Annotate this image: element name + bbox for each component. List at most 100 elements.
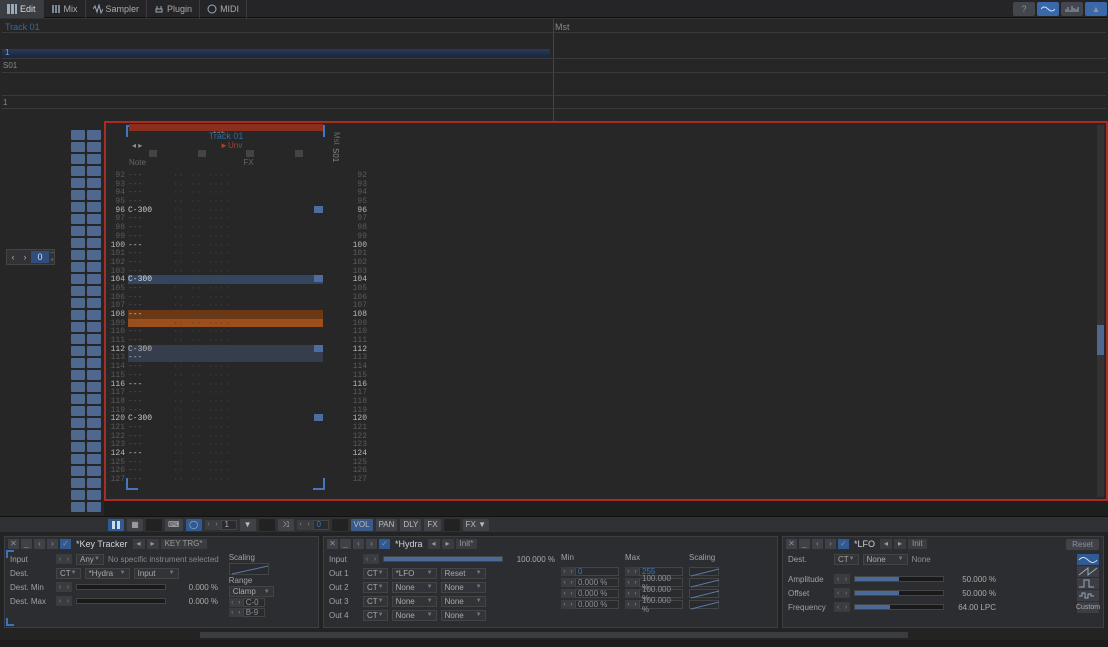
loop-button[interactable]: ◯ — [186, 519, 202, 531]
preset-prev[interactable]: ◂ — [428, 539, 440, 549]
arrow-left-icon[interactable]: ‹ — [812, 539, 823, 549]
out3-param[interactable]: None — [441, 596, 486, 607]
plus-icon[interactable]: + — [50, 257, 54, 264]
edit-step-value[interactable]: 0 — [31, 251, 49, 263]
preset-prev[interactable]: ◂ — [880, 539, 892, 549]
dest-device-dropdown[interactable]: *Hydra — [85, 568, 130, 579]
fx-dropdown[interactable]: FX ▼ — [463, 519, 489, 531]
input-spin[interactable]: ‹› — [56, 554, 72, 564]
min4-spin[interactable]: ‹›0.000 % — [561, 600, 619, 609]
single-track-button[interactable]: ▦ — [127, 519, 143, 531]
scale4[interactable] — [689, 600, 719, 609]
arrow-left-icon[interactable]: ‹ — [353, 539, 364, 549]
scale1[interactable] — [689, 567, 719, 576]
input-mode-dropdown[interactable]: Any — [76, 554, 104, 565]
dmax-spin[interactable]: ‹› — [56, 596, 72, 606]
close-icon[interactable]: ✕ — [8, 539, 19, 549]
dest-param-dropdown[interactable]: Input — [134, 568, 179, 579]
out2-dest[interactable]: None — [392, 582, 437, 593]
pattern-editor[interactable]: 192 Track 01 ◂ ▸ ►Unv NoteFX Mst S01 929… — [104, 121, 1108, 501]
tab-midi[interactable]: MIDI — [200, 0, 247, 18]
out1-ct[interactable]: CT — [363, 568, 388, 579]
tab-edit[interactable]: Edit — [0, 0, 44, 18]
min1-spin[interactable]: ‹›0 — [561, 567, 619, 576]
scaling-curve[interactable] — [229, 563, 269, 575]
dest-ct-dropdown[interactable]: CT — [56, 568, 81, 579]
max4-spin[interactable]: ‹›100.000 % — [625, 600, 683, 609]
edit-step-control[interactable]: ‹ › 0 − + — [6, 249, 55, 265]
wave-custom-button[interactable]: Custom — [1077, 602, 1099, 613]
enable-toggle[interactable]: ✓ — [60, 539, 71, 549]
shuffle-button[interactable]: ⤨ — [278, 519, 294, 531]
scale3[interactable] — [689, 589, 719, 598]
dmin-spin[interactable]: ‹› — [56, 582, 72, 592]
minimize-icon[interactable]: _ — [21, 539, 32, 549]
help-button[interactable]: ? — [1013, 2, 1035, 16]
freq-spin[interactable]: ‹› — [834, 602, 850, 612]
bottom-tabbar[interactable] — [0, 640, 1108, 647]
arrow-left-icon[interactable]: ‹ — [7, 250, 19, 264]
arrow-right-icon[interactable]: › — [366, 539, 377, 549]
dest-ct[interactable]: CT — [834, 554, 859, 565]
out4-ct[interactable]: CT — [363, 610, 388, 621]
freq-slider[interactable] — [854, 604, 944, 610]
reset-button[interactable]: Reset — [1066, 539, 1099, 550]
dly-button[interactable]: DLY — [400, 519, 421, 531]
vertical-scrollbar[interactable] — [1097, 125, 1104, 497]
preset-name[interactable]: Init — [908, 539, 927, 549]
input-spin[interactable]: ‹› — [363, 554, 379, 564]
enable-toggle[interactable]: ✓ — [379, 539, 390, 549]
wave-pulse-button[interactable] — [1077, 578, 1099, 589]
amp-slider[interactable] — [854, 576, 944, 582]
min3-spin[interactable]: ‹›0.000 % — [561, 589, 619, 598]
device-scroll[interactable] — [0, 632, 1108, 640]
min2-spin[interactable]: ‹›0.000 % — [561, 578, 619, 587]
range-lo-spin[interactable]: ‹›C-0 — [229, 598, 274, 607]
pattern-matrix[interactable] — [0, 121, 104, 516]
dest-device[interactable]: None — [863, 554, 908, 565]
dmin-slider[interactable] — [76, 584, 166, 590]
input-slider[interactable] — [383, 556, 503, 562]
preset-name[interactable]: Init* — [456, 539, 478, 549]
arrow-right-icon[interactable]: › — [19, 250, 31, 264]
tab-plugin[interactable]: Plugin — [147, 0, 200, 18]
arrow-left-icon[interactable]: ‹ — [34, 539, 45, 549]
wave-saw-button[interactable] — [1077, 566, 1099, 577]
preset-next[interactable]: ▸ — [894, 539, 906, 549]
arrow-right-icon[interactable]: › — [47, 539, 58, 549]
out2-ct[interactable]: CT — [363, 582, 388, 593]
preset-name[interactable]: KEY TRG* — [161, 539, 207, 549]
preset-next[interactable]: ▸ — [442, 539, 454, 549]
expand-button[interactable]: ▲ — [1085, 2, 1107, 16]
amp-spin[interactable]: ‹› — [834, 574, 850, 584]
step-spinner-1[interactable]: ‹›1 — [205, 520, 237, 530]
arrow-right-icon[interactable]: › — [825, 539, 836, 549]
enable-toggle[interactable]: ✓ — [838, 539, 849, 549]
out3-ct[interactable]: CT — [363, 596, 388, 607]
close-icon[interactable]: ✕ — [327, 539, 338, 549]
out4-dest[interactable]: None — [392, 610, 437, 621]
timeline-marker[interactable]: 1 — [2, 49, 550, 57]
keyboard-button[interactable]: ⌨ — [165, 519, 183, 531]
offset-spin[interactable]: ‹› — [834, 588, 850, 598]
wave-sine-button[interactable] — [1077, 554, 1099, 565]
offset-slider[interactable] — [854, 590, 944, 596]
preset-prev[interactable]: ◂ — [133, 539, 145, 549]
scale2[interactable] — [689, 578, 719, 587]
pattern-column[interactable]: ---·· ·· ····---·· ·· ····---·· ·· ····-… — [128, 171, 323, 484]
scope-spectrum-button[interactable] — [1061, 2, 1083, 16]
range-mode-dropdown[interactable]: Clamp — [229, 586, 274, 597]
out2-param[interactable]: None — [441, 582, 486, 593]
range-hi-spin[interactable]: ‹›B-9 — [229, 608, 274, 617]
preset-next[interactable]: ▸ — [147, 539, 159, 549]
minus-icon[interactable]: − — [50, 250, 54, 257]
tab-sampler[interactable]: Sampler — [86, 0, 148, 18]
scope-wave-button[interactable] — [1037, 2, 1059, 16]
minimize-icon[interactable]: _ — [799, 539, 810, 549]
step-spinner-2[interactable]: ‹›0 — [297, 520, 329, 530]
out3-dest[interactable]: None — [392, 596, 437, 607]
arranger-strip[interactable]: Track 01 Mst 1 S01 1 — [0, 18, 1108, 121]
tab-mix[interactable]: Mix — [44, 0, 86, 18]
out4-param[interactable]: None — [441, 610, 486, 621]
minimize-icon[interactable]: _ — [340, 539, 351, 549]
